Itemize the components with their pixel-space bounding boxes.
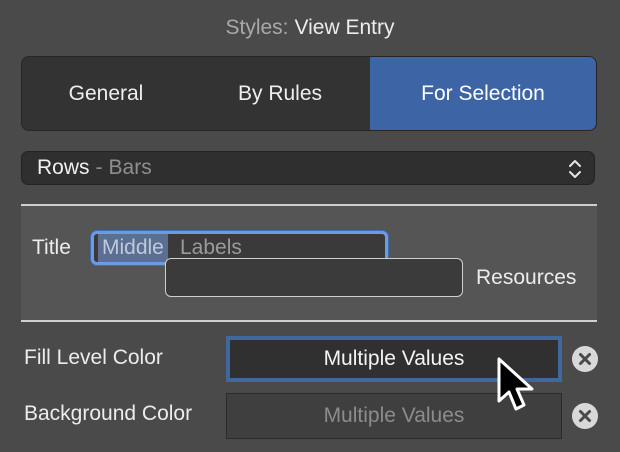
title-input-selected-text: Middle: [98, 234, 168, 262]
header-prefix: Styles:: [225, 16, 289, 39]
entry-popup-button[interactable]: Rows - Bars: [21, 151, 595, 185]
clear-background-color-button[interactable]: [572, 403, 598, 429]
styles-panel: Styles: View Entry General By Rules For S…: [0, 0, 620, 452]
tab-for-selection-label: For Selection: [421, 81, 545, 105]
arrow-pointer-icon: [497, 357, 534, 411]
tab-general[interactable]: General: [22, 57, 190, 130]
panel-header: Styles: View Entry: [0, 14, 620, 42]
clear-circle-x-icon: [573, 347, 597, 371]
chevron-up-down-icon: [569, 160, 581, 178]
background-color-value: Multiple Values: [323, 404, 465, 427]
entry-popup-separator: -: [95, 156, 103, 179]
fill-level-color-label: Fill Level Color: [24, 346, 163, 369]
fill-level-color-value: Multiple Values: [323, 347, 465, 370]
entry-popup-primary: Rows: [37, 156, 90, 179]
resources-label: Resources: [476, 266, 577, 289]
clear-fill-level-color-button[interactable]: [572, 346, 598, 372]
header-title: View Entry: [294, 16, 395, 39]
tab-by-rules-label: By Rules: [237, 81, 323, 105]
background-color-label: Background Color: [24, 402, 193, 425]
resources-input[interactable]: [165, 258, 463, 297]
scope-segmented-control: General By Rules For Selection: [21, 56, 597, 131]
tab-general-label: General: [68, 81, 144, 105]
tab-for-selection[interactable]: For Selection: [370, 57, 596, 130]
clear-circle-x-icon: [573, 404, 597, 428]
tab-by-rules[interactable]: By Rules: [190, 57, 370, 130]
section-divider-bottom: [21, 320, 597, 322]
entry-popup-secondary: Bars: [108, 156, 152, 179]
title-label: Title: [32, 236, 71, 259]
